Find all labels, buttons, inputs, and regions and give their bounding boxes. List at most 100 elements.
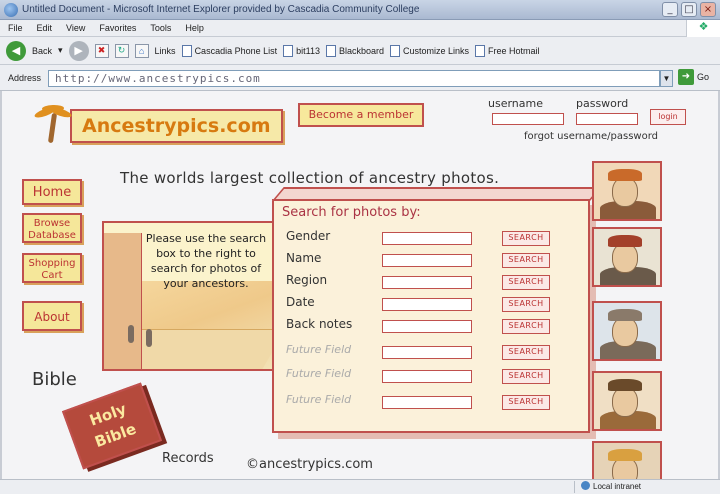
ancestor-portrait[interactable]: [592, 301, 662, 361]
page-icon: [283, 44, 294, 57]
security-zone: Local intranet: [574, 481, 684, 493]
search-button[interactable]: SEARCH: [502, 319, 550, 334]
window-controls: _ □ ×: [662, 2, 716, 17]
become-member-button[interactable]: Become a member: [298, 103, 424, 127]
gender-input[interactable]: [382, 232, 472, 245]
title-bar: Untitled Document - Microsoft Internet E…: [0, 0, 720, 20]
search-button[interactable]: SEARCH: [502, 275, 550, 290]
menu-edit[interactable]: Edit: [37, 23, 53, 33]
logo-text: Ancestrypics.com: [70, 109, 283, 143]
username-input[interactable]: [492, 113, 564, 125]
forward-arrow-icon[interactable]: ▶: [68, 40, 89, 61]
nav-shopping-cart-button[interactable]: Shopping Cart: [22, 253, 82, 283]
go-button[interactable]: ➜ Go: [678, 69, 709, 85]
field-label: Name: [286, 251, 322, 265]
go-arrow-icon: ➜: [678, 69, 694, 85]
page-content: Ancestrypics.com Become a member usernam…: [0, 91, 720, 479]
palm-tree-icon: [30, 103, 73, 144]
records-label: Records: [162, 451, 214, 466]
ancestor-portrait[interactable]: [592, 371, 662, 431]
address-bar: Address http://www.ancestrypics.com ▼ ➜ …: [0, 65, 720, 91]
future-field-input[interactable]: [382, 346, 472, 359]
forgot-credentials-link[interactable]: forgot username/password: [524, 131, 658, 142]
globe-icon: [581, 481, 590, 490]
instructions-panel: Please use the search box to the right t…: [102, 221, 274, 371]
address-input[interactable]: http://www.ancestrypics.com: [48, 70, 660, 87]
ancestor-portrait[interactable]: [592, 441, 662, 479]
field-label: Future Field: [286, 367, 352, 380]
search-button[interactable]: SEARCH: [502, 231, 550, 246]
site-logo[interactable]: Ancestrypics.com: [30, 103, 283, 144]
instructions-text: Please use the search box to the right t…: [145, 232, 267, 290]
name-input[interactable]: [382, 254, 472, 267]
menu-view[interactable]: View: [66, 23, 85, 33]
back-notes-input[interactable]: [382, 320, 472, 333]
nav-home-button[interactable]: Home: [22, 179, 82, 205]
menu-tools[interactable]: Tools: [150, 23, 171, 33]
field-label: Date: [286, 295, 315, 309]
search-button[interactable]: SEARCH: [502, 345, 550, 360]
page-icon: [325, 44, 336, 57]
page-icon: [475, 44, 486, 57]
search-row-region: Region SEARCH: [286, 273, 582, 293]
back-dropdown-icon[interactable]: ▾: [58, 45, 63, 56]
windows-flag-icon: ❖: [686, 20, 720, 37]
link-free-hotmail[interactable]: Free Hotmail: [475, 44, 540, 57]
nav-about-button[interactable]: About: [22, 301, 82, 331]
field-label: Gender: [286, 229, 331, 243]
login-button[interactable]: login: [650, 109, 686, 125]
toolbar: ◀ Back ▾ ▶ ✖ ↻ ⌂ Links Cascadia Phone Li…: [0, 37, 720, 65]
home-icon[interactable]: ⌂: [134, 43, 149, 58]
address-label: Address: [8, 72, 42, 83]
field-label: Future Field: [286, 393, 352, 406]
region-input[interactable]: [382, 276, 472, 289]
link-blackboard[interactable]: Blackboard: [325, 44, 384, 57]
menu-file[interactable]: File: [8, 23, 23, 33]
maximize-button[interactable]: □: [681, 2, 697, 17]
search-row-date: Date SEARCH: [286, 295, 582, 315]
link-bit113[interactable]: bit113: [283, 44, 320, 57]
username-label: username: [488, 97, 543, 110]
status-bar: Local intranet: [0, 479, 720, 494]
search-title: Search for photos by:: [282, 205, 421, 220]
search-button[interactable]: SEARCH: [502, 297, 550, 312]
menu-help[interactable]: Help: [185, 23, 204, 33]
search-button[interactable]: SEARCH: [502, 369, 550, 384]
address-dropdown-icon[interactable]: ▼: [660, 70, 673, 87]
field-label: Back notes: [286, 317, 353, 331]
menu-bar: File Edit View Favorites Tools Help ❖: [0, 20, 720, 37]
future-field-input[interactable]: [382, 396, 472, 409]
future-field-input[interactable]: [382, 370, 472, 383]
back-arrow-icon[interactable]: ◀: [6, 40, 26, 61]
page-icon: [390, 44, 401, 57]
search-row-gender: Gender SEARCH: [286, 229, 582, 249]
bible-records-link[interactable]: Holy Bible: [61, 382, 163, 470]
search-panel: Search for photos by: Gender SEARCH Name…: [272, 187, 602, 433]
minimize-button[interactable]: _: [662, 2, 678, 17]
search-button[interactable]: SEARCH: [502, 395, 550, 410]
back-button-label[interactable]: Back: [32, 46, 52, 56]
search-row-name: Name SEARCH: [286, 251, 582, 271]
bible-label: Bible: [32, 369, 77, 390]
link-customize-links[interactable]: Customize Links: [390, 44, 469, 57]
window-title: Untitled Document - Microsoft Internet E…: [22, 4, 420, 15]
person-figure: [146, 329, 152, 347]
refresh-icon[interactable]: ↻: [114, 43, 129, 58]
stop-icon[interactable]: ✖: [94, 43, 109, 58]
search-button[interactable]: SEARCH: [502, 253, 550, 268]
date-input[interactable]: [382, 298, 472, 311]
close-button[interactable]: ×: [700, 2, 716, 17]
password-input[interactable]: [576, 113, 638, 125]
search-row-future-1: Future Field SEARCH: [286, 343, 582, 363]
tagline: The worlds largest collection of ancestr…: [120, 169, 500, 187]
link-cascadia-phone-list[interactable]: Cascadia Phone List: [181, 44, 277, 57]
ancestor-portrait[interactable]: [592, 161, 662, 221]
password-label: password: [576, 97, 629, 110]
ancestor-portrait[interactable]: [592, 227, 662, 287]
menu-favorites[interactable]: Favorites: [99, 23, 136, 33]
copyright-text: ©ancestrypics.com: [246, 457, 373, 472]
field-label: Region: [286, 273, 328, 287]
person-figure: [128, 325, 134, 343]
nav-browse-database-button[interactable]: Browse Database: [22, 213, 82, 243]
ie-icon: [4, 2, 18, 17]
